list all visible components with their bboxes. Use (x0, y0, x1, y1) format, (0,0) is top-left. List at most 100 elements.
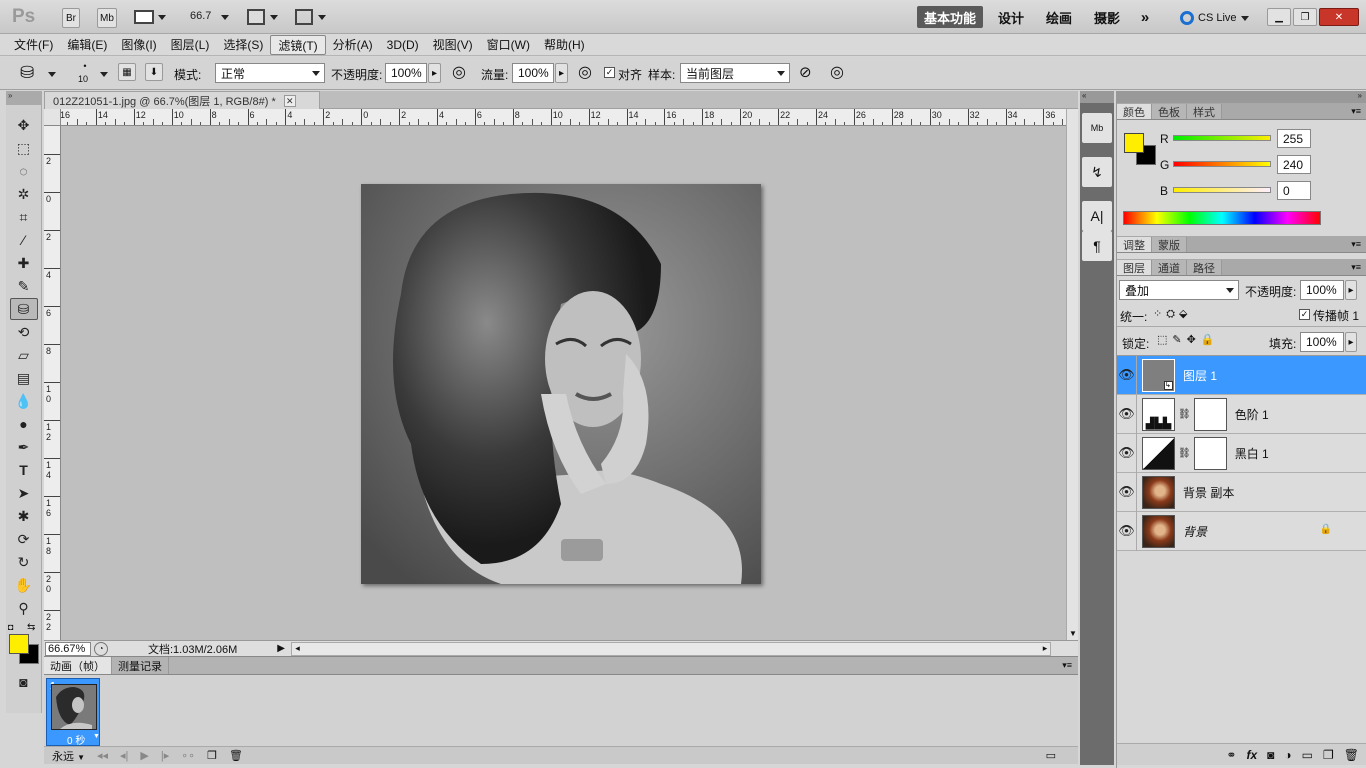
panels-collapse-icon[interactable]: » (1117, 91, 1366, 103)
status-menu-arrow-icon[interactable]: ▶ (277, 643, 287, 654)
layer-row-4[interactable]: 👁 背景 副本 (1117, 472, 1366, 512)
tab-masks[interactable]: 蒙版 (1152, 237, 1187, 252)
clone-stamp-tool-icon[interactable]: ⛁ (9, 298, 38, 320)
foreground-color-swatch[interactable] (1124, 133, 1144, 153)
play-icon[interactable]: ▶ (140, 749, 148, 762)
workspace-design[interactable]: 设计 (990, 6, 1032, 28)
shape-tool-icon[interactable]: ✱ (10, 505, 38, 527)
align-checkbox[interactable]: ✓ (604, 67, 615, 78)
chain-icon[interactable]: ⛓ (1178, 409, 1191, 420)
layer-name[interactable]: 背景 (1183, 523, 1207, 540)
pressure-opacity-icon[interactable]: ◎ (452, 62, 466, 82)
duplicate-frame-icon[interactable]: ❐ (207, 749, 217, 762)
sample-select[interactable]: 当前图层 (680, 63, 790, 83)
strip-collapse-icon[interactable]: « (1080, 91, 1114, 103)
menu-window[interactable]: 窗口(W) (480, 35, 537, 55)
ruler-origin[interactable] (44, 109, 61, 126)
3d-rotate-tool-icon[interactable]: ⟳ (10, 528, 38, 550)
opacity-slider-button[interactable]: ▸ (428, 63, 441, 83)
blend-mode-select[interactable]: 叠加 (1119, 280, 1239, 300)
layer-style-icon[interactable]: fx (1246, 748, 1257, 762)
panel-menu-icon[interactable]: ▾≡ (1351, 106, 1361, 117)
scroll-left-icon[interactable]: ◂ (295, 643, 300, 654)
menu-file[interactable]: 文件(F) (7, 35, 60, 55)
panel-menu-icon[interactable]: ▾≡ (1351, 239, 1361, 250)
chevron-down-icon[interactable] (158, 15, 166, 20)
brush-tool-icon[interactable]: ✎ (10, 275, 38, 297)
clone-source-panel-icon[interactable]: ⬇ (145, 63, 163, 81)
bridge-button[interactable]: Br (62, 8, 80, 28)
quick-selection-tool-icon[interactable]: ✲ (10, 183, 38, 205)
blur-tool-icon[interactable]: 💧 (10, 390, 38, 412)
history-brush-tool-icon[interactable]: ⟲ (10, 321, 38, 343)
pen-tool-icon[interactable]: ✒ (10, 436, 38, 458)
layer-mask-thumbnail[interactable] (1193, 397, 1227, 431)
tab-color[interactable]: 颜色 (1117, 104, 1152, 119)
workspace-photography[interactable]: 摄影 (1086, 6, 1128, 28)
tab-animation-frames[interactable]: 动画（帧） (44, 657, 112, 674)
new-layer-icon[interactable]: ❐ (1323, 748, 1334, 762)
tab-styles[interactable]: 样式 (1187, 104, 1222, 119)
mode-select[interactable]: 正常 (215, 63, 325, 83)
close-button[interactable]: ✕ (1319, 8, 1359, 26)
toolbox-collapse-icon[interactable]: » (6, 91, 41, 105)
new-group-icon[interactable]: ▭ (1302, 748, 1313, 762)
lock-icons[interactable]: ⬚✎✥🔒 (1157, 333, 1220, 346)
dodge-tool-icon[interactable]: ● (10, 413, 38, 435)
new-adjustment-layer-icon[interactable]: ◑ (1284, 748, 1291, 762)
layer-row-5[interactable]: 👁 背景 🔒 (1117, 511, 1366, 551)
delete-layer-icon[interactable]: 🗑 (1344, 748, 1359, 762)
more-workspaces-icon[interactable]: » (1134, 6, 1156, 28)
eye-icon[interactable]: 👁 (1117, 433, 1137, 473)
scroll-right-icon[interactable]: ▸ (1043, 643, 1048, 654)
cs-live-button[interactable]: CS Live (1180, 9, 1249, 27)
view-extras-icon[interactable] (134, 10, 154, 24)
fill-input[interactable]: 100% (1300, 332, 1344, 352)
r-input[interactable]: 255 (1277, 129, 1311, 148)
restore-button[interactable]: ❐ (1293, 8, 1317, 26)
marquee-tool-icon[interactable]: ⬚ (10, 137, 38, 159)
3d-orbit-tool-icon[interactable]: ↻ (10, 551, 38, 573)
chevron-down-icon[interactable] (221, 15, 229, 20)
eraser-tool-icon[interactable]: ▱ (10, 344, 38, 366)
character-panel-icon[interactable]: A| (1082, 201, 1112, 231)
eye-icon[interactable]: 👁 (1117, 355, 1137, 395)
layer-name[interactable]: 黑白 1 (1235, 445, 1269, 462)
eye-icon[interactable]: 👁 (1117, 511, 1137, 551)
vertical-scrollbar[interactable]: ▼ (1066, 109, 1078, 640)
layer-name[interactable]: 图层 1 (1183, 367, 1217, 384)
crop-tool-icon[interactable]: ⌗ (10, 206, 38, 228)
tab-swatches[interactable]: 色板 (1152, 104, 1187, 119)
quick-mask-icon[interactable]: ◙ (10, 671, 38, 693)
hand-tool-icon[interactable]: ✋ (10, 574, 38, 596)
chevron-down-icon[interactable] (270, 15, 278, 20)
eye-icon[interactable]: 👁 (1117, 472, 1137, 512)
propagate-checkbox[interactable]: ✓ (1299, 309, 1310, 320)
foreground-color-swatch[interactable] (9, 634, 29, 654)
airbrush-icon[interactable]: ◎ (578, 62, 592, 82)
layer-row-1[interactable]: 👁 ↳ 图层 1 (1117, 355, 1366, 395)
b-slider[interactable] (1173, 187, 1271, 193)
chevron-down-icon[interactable] (100, 72, 108, 77)
clone-stamp-preset-icon[interactable]: ⛁ (20, 63, 34, 83)
eye-icon[interactable]: 👁 (1117, 394, 1137, 434)
close-document-icon[interactable]: ✕ (283, 94, 296, 107)
history-panel-icon[interactable]: ↯ (1082, 157, 1112, 187)
menu-layer[interactable]: 图层(L) (164, 35, 217, 55)
previous-frame-icon[interactable]: ◂| (120, 749, 128, 762)
chevron-down-icon[interactable] (318, 15, 326, 20)
ignore-adjustment-layers-icon[interactable]: ⊘ (799, 63, 812, 81)
path-selection-tool-icon[interactable]: ➤ (10, 482, 38, 504)
tab-layers[interactable]: 图层 (1117, 260, 1152, 275)
mini-bridge-panel-icon[interactable]: Mb (1082, 113, 1112, 143)
next-frame-icon[interactable]: |▸ (161, 749, 169, 762)
color-spectrum-bar[interactable] (1123, 211, 1321, 225)
delete-frame-icon[interactable]: 🗑 (229, 749, 243, 762)
first-frame-icon[interactable]: ◂◂ (97, 749, 108, 762)
document-tab[interactable]: 012Z21051-1.jpg @ 66.7%(图层 1, RGB/8#) * … (44, 91, 320, 109)
layer-name[interactable]: 背景 副本 (1183, 484, 1234, 501)
menu-help[interactable]: 帮助(H) (537, 35, 592, 55)
move-tool-icon[interactable]: ✥ (10, 114, 38, 136)
animation-frame[interactable]: 1 0 秒 ▼ (46, 678, 100, 747)
layer-mask-thumbnail[interactable] (1193, 436, 1227, 470)
